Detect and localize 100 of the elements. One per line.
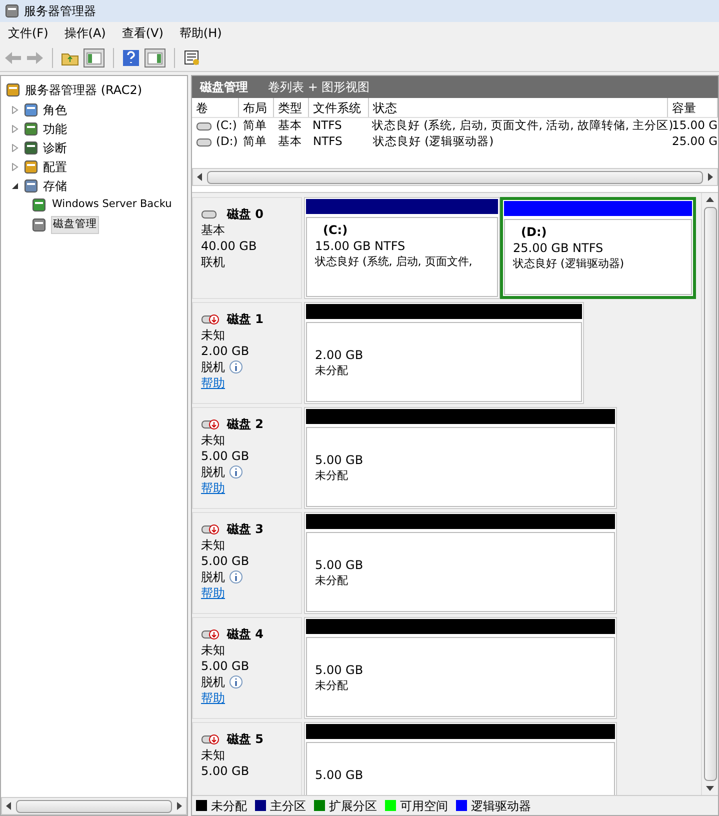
vertical-scrollbar[interactable] [701, 193, 718, 795]
info-icon[interactable] [229, 570, 243, 584]
partition-block[interactable]: 2.00 GB 未分配 [304, 302, 584, 404]
partition-block[interactable]: 5.00 GB 未分配 [304, 407, 617, 509]
expand-arrow-icon[interactable] [11, 162, 19, 170]
disk-type: 未知 [201, 747, 226, 763]
scroll-right-icon[interactable] [707, 173, 713, 181]
scroll-right-icon[interactable] [176, 802, 182, 810]
disk-name: 磁盘 1 [227, 311, 264, 327]
table-cell-text: 状态良好 (系统, 启动, 页面文件, 活动, 故障转储, 主分区) [372, 117, 674, 134]
partition-size: 5.00 GB [315, 767, 364, 783]
column-header[interactable]: 布局 [239, 98, 274, 117]
legend-label: 可用空间 [400, 798, 448, 814]
horizontal-scrollbar[interactable] [1, 797, 187, 815]
expand-arrow-icon[interactable] [11, 144, 19, 152]
menu-item[interactable]: 查看(V) [122, 24, 164, 42]
info-icon[interactable] [229, 675, 243, 689]
partition-block[interactable]: 5.00 GB 未分配 [304, 512, 617, 614]
partition-block[interactable]: 5.00 GB 未分配 [304, 617, 617, 719]
table-cell-text: (D:) [216, 133, 238, 150]
tree-item[interactable]: 服务器管理器 (RAC2) [1, 80, 187, 100]
disk-type: 未知 [201, 327, 226, 343]
legend-label: 主分区 [270, 798, 306, 814]
tree-item[interactable]: 磁盘管理 [51, 216, 99, 234]
tree-item[interactable]: 角色 [43, 100, 67, 118]
column-header[interactable]: 文件系统 [309, 98, 369, 117]
help-link[interactable]: 帮助 [201, 480, 293, 496]
disk-name: 磁盘 4 [227, 626, 264, 642]
expand-arrow-icon[interactable] [11, 124, 19, 132]
properties-icon[interactable] [183, 48, 201, 66]
panel-subtitle: 卷列表 + 图形视图 [268, 79, 370, 96]
tree-item[interactable]: Windows Server Backu [51, 197, 173, 213]
table-cell-text: (C:) [216, 117, 237, 134]
partition-status: 未分配 [315, 573, 349, 589]
disk-status: 脱机 [201, 674, 225, 690]
table-cell-text: 15.00 G [672, 117, 718, 134]
disk-status: 联机 [201, 254, 225, 270]
tree-item[interactable]: 功能 [43, 120, 67, 138]
partition-status: 未分配 [315, 363, 349, 379]
info-icon[interactable] [229, 360, 243, 374]
scroll-left-icon[interactable] [197, 173, 203, 181]
column-header[interactable]: 容量 [668, 98, 718, 117]
disk-type: 未知 [201, 642, 226, 658]
disk-name: 磁盘 0 [227, 206, 264, 222]
disk-status: 脱机 [201, 569, 225, 585]
partition-block[interactable]: (D:) 25.00 GB NTFS 状态良好 (逻辑驱动器) [500, 197, 696, 299]
partition-size: 5.00 GB [315, 662, 364, 678]
partition-label: (C:) [322, 222, 349, 238]
table-cell-text: 基本 [278, 117, 302, 134]
action-pane-icon[interactable] [144, 48, 166, 68]
partition-block[interactable]: 5.00 GB [304, 722, 617, 795]
disk-status: 脱机 [201, 359, 225, 375]
table-cell-text: NTFS [312, 117, 342, 134]
help-link[interactable]: 帮助 [201, 585, 293, 601]
disk-type: 基本 [201, 222, 226, 238]
table-cell-text: 简单 [243, 133, 267, 150]
table-cell-text: 25.00 G [672, 133, 718, 150]
partition-size: 25.00 GB NTFS [513, 240, 604, 256]
column-header[interactable]: 卷 [192, 98, 239, 117]
window-title: 服务器管理器 [24, 3, 96, 20]
disk-size: 5.00 GB [201, 448, 250, 464]
disk-size: 40.00 GB [201, 238, 258, 254]
partition-size: 2.00 GB [315, 347, 364, 363]
table-cell-text: 基本 [278, 133, 302, 150]
table-cell-text: NTFS [313, 133, 342, 150]
info-icon[interactable] [229, 465, 243, 479]
tree-item[interactable]: 存储 [43, 176, 67, 194]
legend-label: 未分配 [211, 798, 247, 814]
menu-item[interactable]: 帮助(H) [179, 24, 222, 42]
disk-size: 2.00 GB [201, 343, 250, 359]
disk-size: 5.00 GB [201, 553, 250, 569]
help-icon[interactable] [122, 48, 140, 66]
column-header[interactable]: 状态 [369, 98, 668, 117]
scroll-up-icon[interactable] [706, 197, 714, 203]
console-tree-icon[interactable] [83, 48, 105, 68]
disk-name: 磁盘 3 [227, 521, 264, 537]
table-cell-text: 简单 [243, 117, 267, 134]
panel-title: 磁盘管理 [200, 79, 248, 96]
partition-label: (D:) [520, 224, 548, 240]
scroll-left-icon[interactable] [6, 802, 12, 810]
partition-status: 未分配 [315, 468, 349, 484]
legend-label: 扩展分区 [329, 798, 377, 814]
partition-size: 15.00 GB NTFS [315, 238, 406, 254]
horizontal-scrollbar[interactable] [192, 168, 718, 186]
help-link[interactable]: 帮助 [201, 690, 293, 706]
tree-item[interactable]: 配置 [43, 158, 67, 176]
menu-item[interactable]: 操作(A) [64, 24, 106, 42]
disk-name: 磁盘 2 [227, 416, 264, 432]
scroll-down-icon[interactable] [706, 785, 714, 791]
expand-arrow-icon[interactable] [11, 106, 19, 114]
tree-item[interactable]: 诊断 [43, 138, 67, 156]
partition-status: 状态良好 (系统, 启动, 页面文件, [315, 254, 474, 270]
partition-block[interactable]: (C:) 15.00 GB NTFS 状态良好 (系统, 启动, 页面文件, [304, 197, 500, 299]
partition-size: 5.00 GB [315, 557, 364, 573]
menu-item[interactable]: 文件(F) [8, 24, 48, 42]
legend-label: 逻辑驱动器 [471, 798, 531, 814]
column-header[interactable]: 类型 [274, 98, 309, 117]
collapse-arrow-icon[interactable] [11, 182, 19, 190]
help-link[interactable]: 帮助 [201, 375, 293, 391]
disk-type: 未知 [201, 432, 226, 448]
